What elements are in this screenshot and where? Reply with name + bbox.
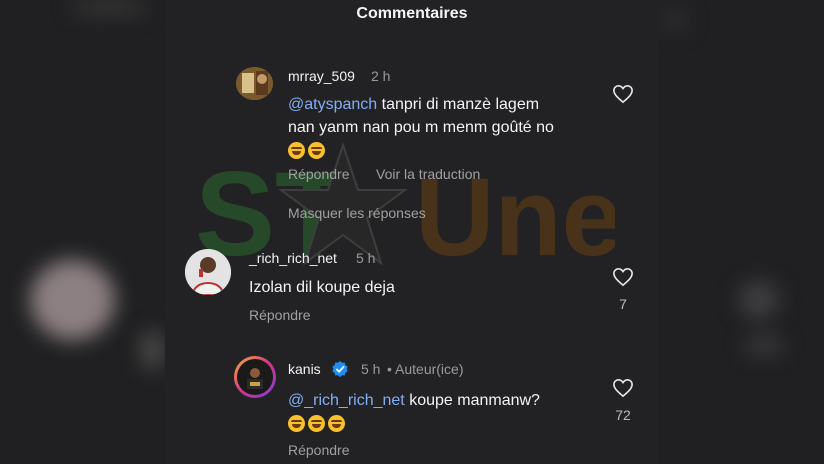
heart-outline-icon[interactable] [612,84,634,104]
comment-text-line2: nan yanm nan pou m menm goûté no [288,119,554,136]
reply-button[interactable]: Répondre [288,442,350,458]
comment-text: Izolan dil koupe deja [249,279,395,296]
comment-text: @atyspanch tanpri di manzè lagem nan yan… [288,93,628,162]
avatar[interactable] [234,356,276,398]
blurred-background-right [659,0,824,464]
grinning-sweat-emoji-icon [308,415,325,433]
avatar[interactable] [185,249,231,295]
comment-time: 5 h [361,361,381,377]
verified-badge-icon [332,360,348,378]
reply-button[interactable]: Répondre [288,166,350,182]
blurred-shape [140,330,165,370]
like-count: 72 [615,407,631,423]
grinning-sweat-emoji-icon [328,415,345,433]
reply-button[interactable]: Répondre [249,307,311,323]
blurred-shape [659,10,689,30]
mention-link[interactable]: @_rich_rich_net [288,392,405,409]
blurred-shape [739,280,779,320]
comment-username[interactable]: mrray_509 [288,68,355,84]
blurred-shape [30,260,115,340]
grinning-sweat-emoji-icon [288,415,305,433]
comment-time: 5 h [356,250,376,266]
blurred-shape [744,335,784,355]
hide-replies-button[interactable]: Masquer les réponses [288,205,426,221]
grinning-sweat-emoji-icon [288,142,305,160]
blurred-background-left [0,0,165,464]
comment-text-body: koupe manmanw? [404,392,540,409]
comment-time: 2 h [371,68,391,84]
grinning-sweat-emoji-icon [308,142,325,160]
see-translation-button[interactable]: Voir la traduction [376,166,480,182]
comment-username[interactable]: _rich_rich_net [249,250,337,266]
comments-title: Commentaires [356,5,468,22]
comment-text-line1: tanpri di manzè lagem [377,96,540,113]
heart-outline-icon[interactable] [612,267,634,287]
mention-link[interactable]: @atyspanch [288,96,377,113]
heart-outline-icon[interactable] [612,378,634,398]
comment-username[interactable]: kanis [288,361,321,377]
author-badge: • Auteur(ice) [387,361,464,377]
comments-panel: Commentaires ST Une mrray_509 2 h @atysp… [165,0,659,464]
comment-text: @_rich_rich_net koupe manmanw? [288,389,608,435]
avatar[interactable] [236,67,273,100]
like-count: 7 [619,296,627,312]
blurred-shape [70,0,150,14]
